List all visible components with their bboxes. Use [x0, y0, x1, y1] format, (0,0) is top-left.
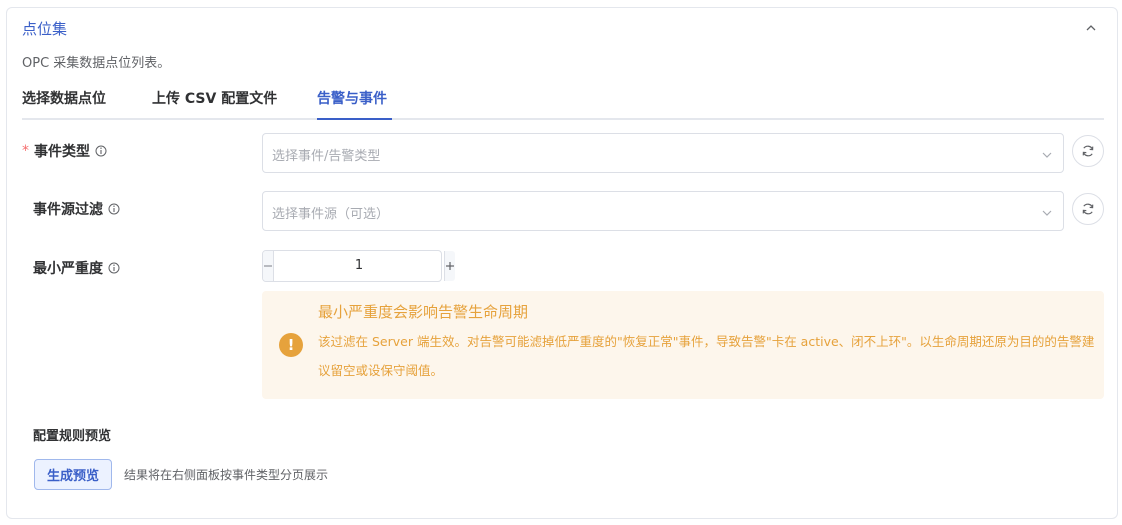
alert-description: 该过滤在 Server 端生效。对告警可能滤掉低严重度的"恢复正常"事件，导致告… — [318, 334, 1095, 378]
min-severity-stepper — [262, 250, 455, 282]
chevron-up-icon[interactable] — [1085, 22, 1097, 34]
event-type-select[interactable]: 选择事件/告警类型 — [262, 133, 1064, 173]
event-type-label: * 事件类型 — [22, 141, 107, 161]
min-severity-label-text: 最小严重度 — [33, 261, 103, 277]
event-source-select[interactable]: 选择事件源（可选） — [262, 191, 1064, 231]
severity-warning-alert: ! 最小严重度会影响告警生命周期 该过滤在 Server 端生效。对告警可能滤掉… — [262, 291, 1104, 399]
event-type-placeholder: 选择事件/告警类型 — [272, 149, 381, 164]
tab-upload-csv[interactable]: 上传 CSV 配置文件 — [152, 88, 277, 108]
increment-button[interactable] — [444, 251, 455, 281]
required-mark: * — [22, 143, 29, 159]
tab-alarms-events[interactable]: 告警与事件 — [317, 88, 387, 108]
exclamation-circle-icon: ! — [279, 333, 303, 357]
panel-title[interactable]: 点位集 — [22, 18, 67, 39]
alert-title: 最小严重度会影响告警生命周期 — [318, 303, 529, 321]
info-circle-icon[interactable] — [108, 203, 120, 215]
event-source-refresh-button[interactable] — [1072, 193, 1104, 225]
generate-preview-button[interactable]: 生成预览 — [34, 459, 112, 490]
tab-active-indicator — [317, 118, 392, 120]
preview-hint: 结果将在右侧面板按事件类型分页展示 — [124, 468, 329, 482]
tab-bar: 选择数据点位 上传 CSV 配置文件 告警与事件 — [22, 80, 1104, 120]
event-source-label-text: 事件源过滤 — [33, 202, 103, 218]
panel-description: OPC 采集数据点位列表。 — [22, 56, 171, 71]
point-set-panel: 点位集 OPC 采集数据点位列表。 选择数据点位 上传 CSV 配置文件 告警与… — [6, 7, 1118, 519]
plus-icon — [446, 262, 454, 270]
info-circle-icon[interactable] — [108, 262, 120, 274]
refresh-icon — [1082, 145, 1094, 157]
chevron-down-icon — [1042, 210, 1052, 216]
tab-select-points[interactable]: 选择数据点位 — [22, 88, 106, 108]
min-severity-input[interactable] — [274, 251, 444, 281]
min-severity-label: 最小严重度 — [33, 258, 120, 278]
decrement-button[interactable] — [263, 251, 274, 281]
refresh-icon — [1082, 203, 1094, 215]
preview-section-title: 配置规则预览 — [33, 429, 112, 444]
event-type-label-text: 事件类型 — [34, 144, 90, 160]
minus-icon — [264, 265, 272, 267]
event-type-refresh-button[interactable] — [1072, 135, 1104, 167]
chevron-down-icon — [1042, 152, 1052, 158]
event-source-placeholder: 选择事件源（可选） — [272, 207, 390, 222]
info-circle-icon[interactable] — [95, 145, 107, 157]
event-source-label: 事件源过滤 — [33, 199, 120, 219]
